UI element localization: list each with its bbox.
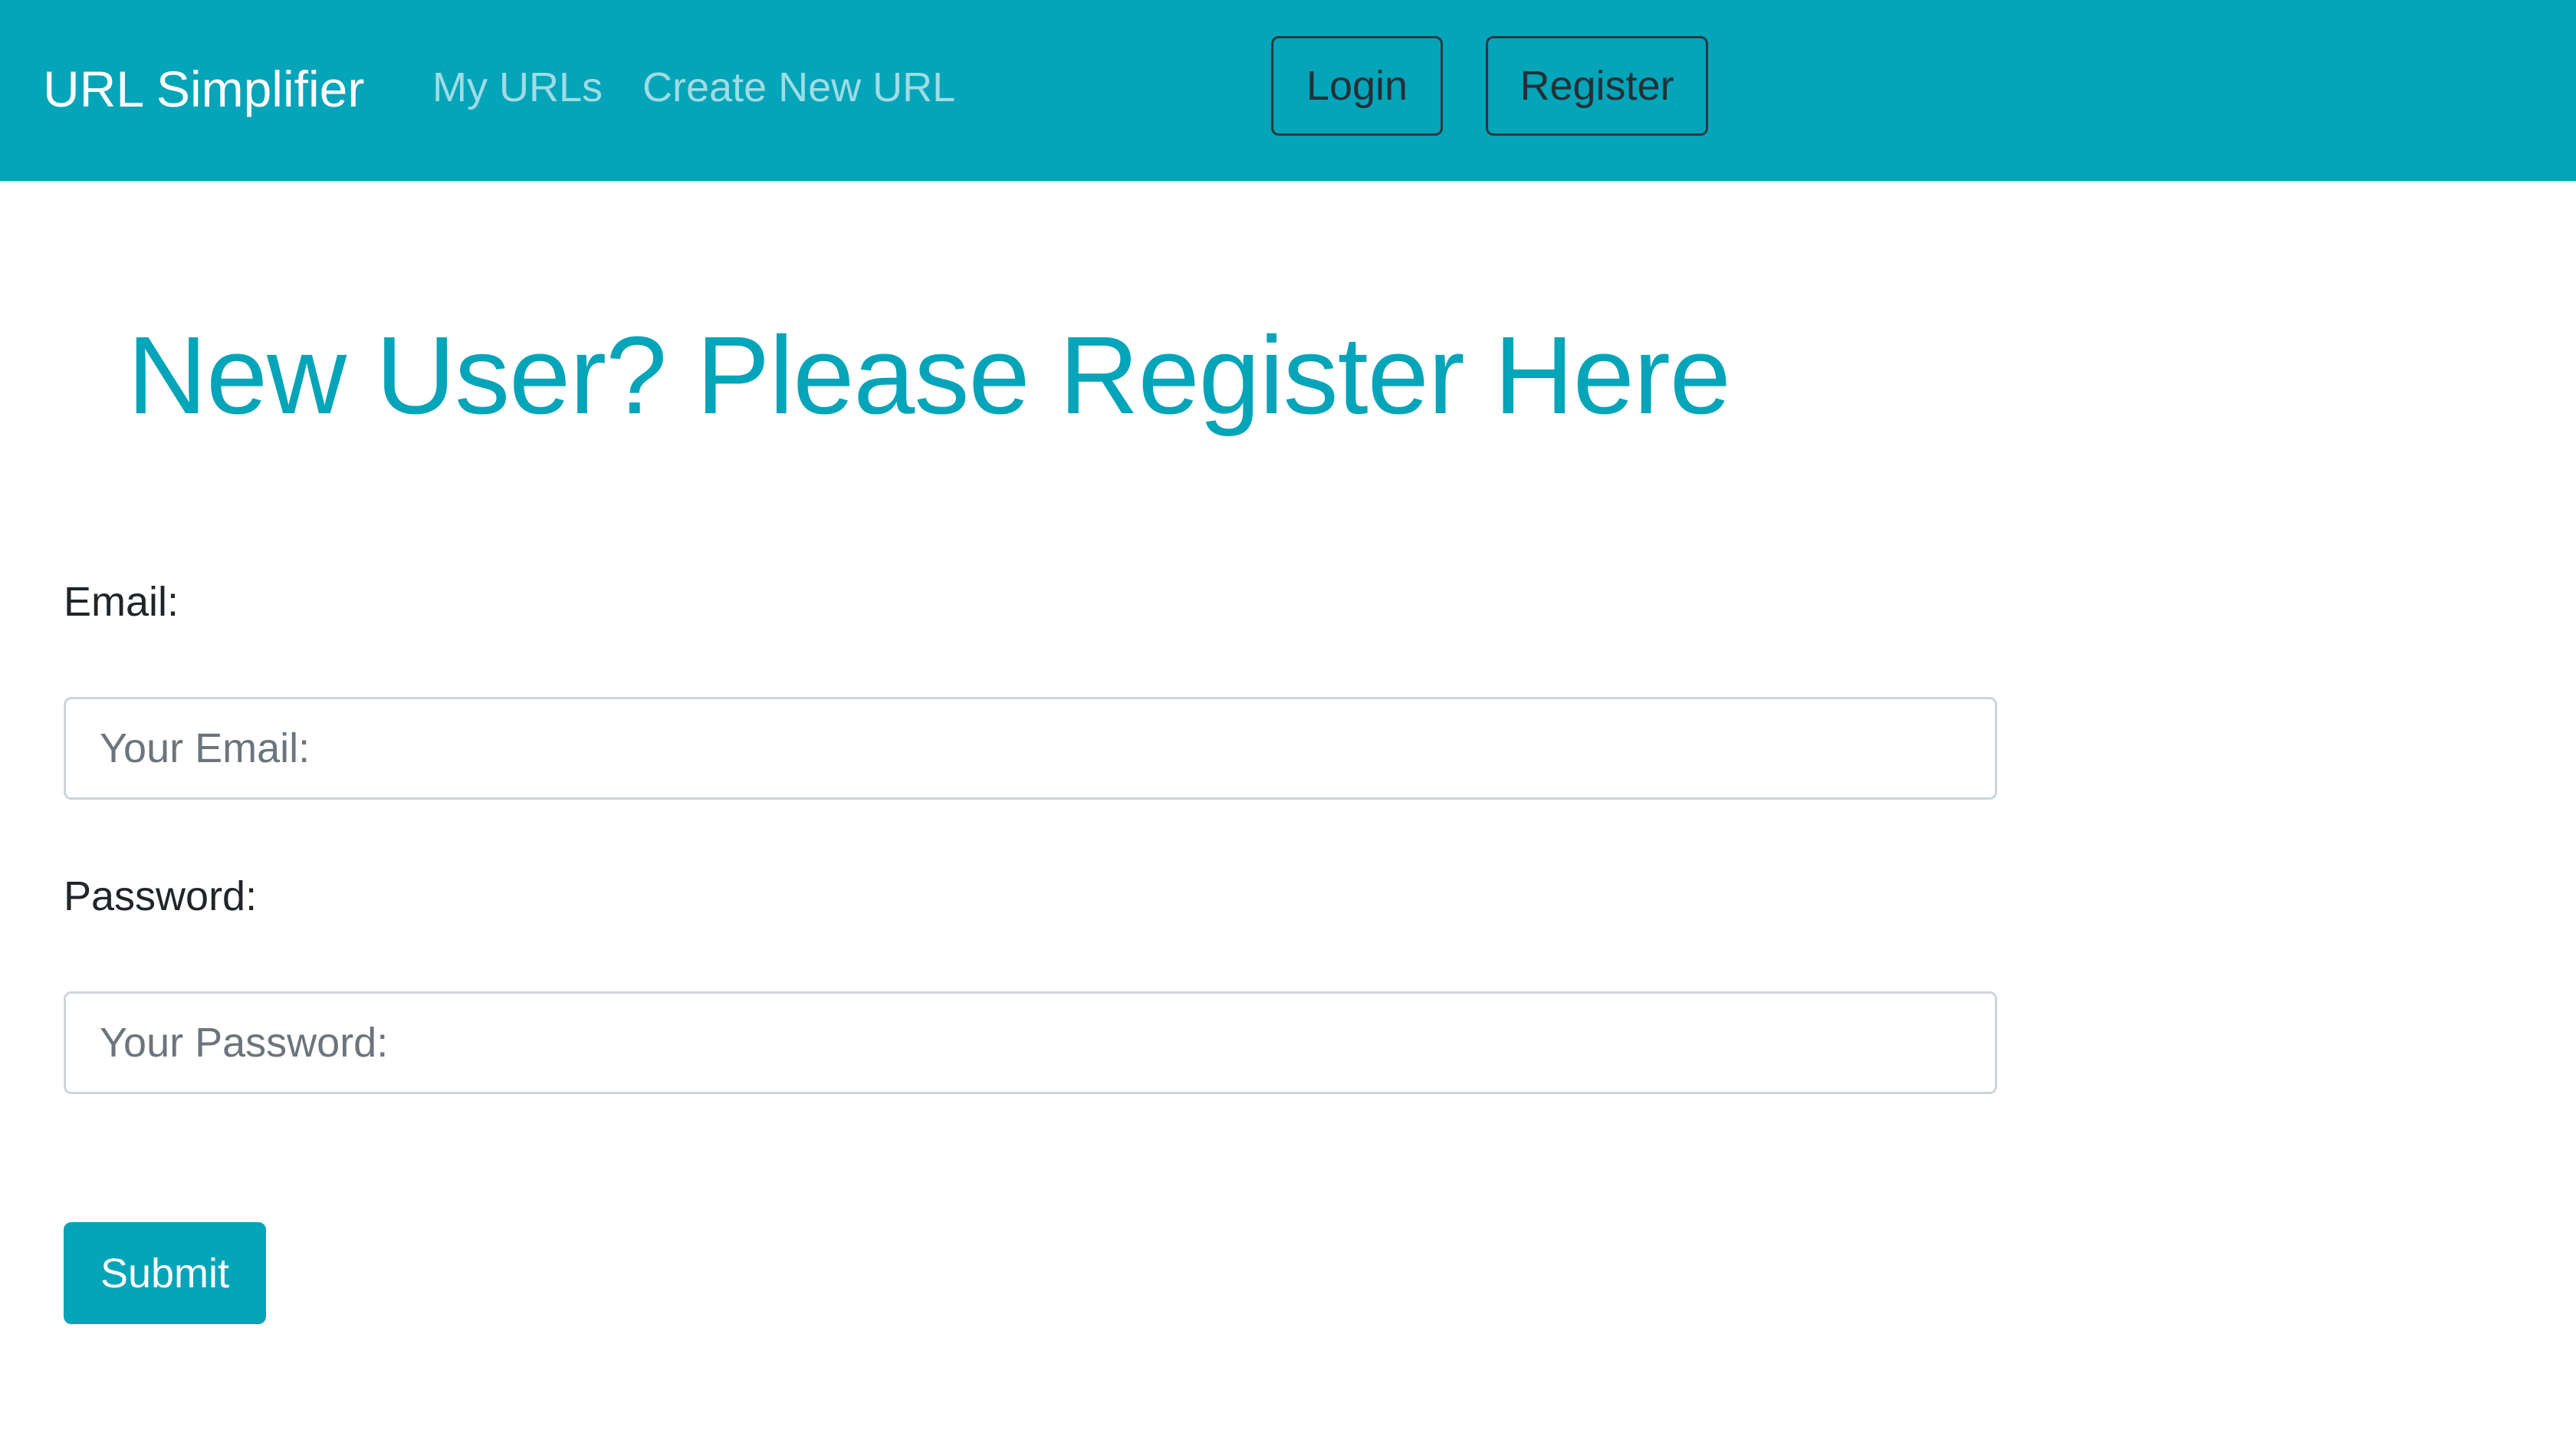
email-label: Email: <box>64 579 179 625</box>
nav-link-my-urls[interactable]: My URLs <box>432 60 603 115</box>
password-label: Password: <box>64 873 258 919</box>
brand-link[interactable]: URL Simplifier <box>43 58 364 120</box>
submit-button[interactable]: Submit <box>64 1222 266 1324</box>
password-field[interactable] <box>64 991 1997 1094</box>
email-field[interactable] <box>64 697 1997 800</box>
page-title: New User? Please Register Here <box>127 314 1731 437</box>
nav-link-create-new-url[interactable]: Create New URL <box>642 60 955 115</box>
top-navbar: URL Simplifier My URLs Create New URL Lo… <box>0 0 2576 181</box>
register-button[interactable]: Register <box>1486 36 1708 136</box>
login-button[interactable]: Login <box>1271 36 1443 136</box>
